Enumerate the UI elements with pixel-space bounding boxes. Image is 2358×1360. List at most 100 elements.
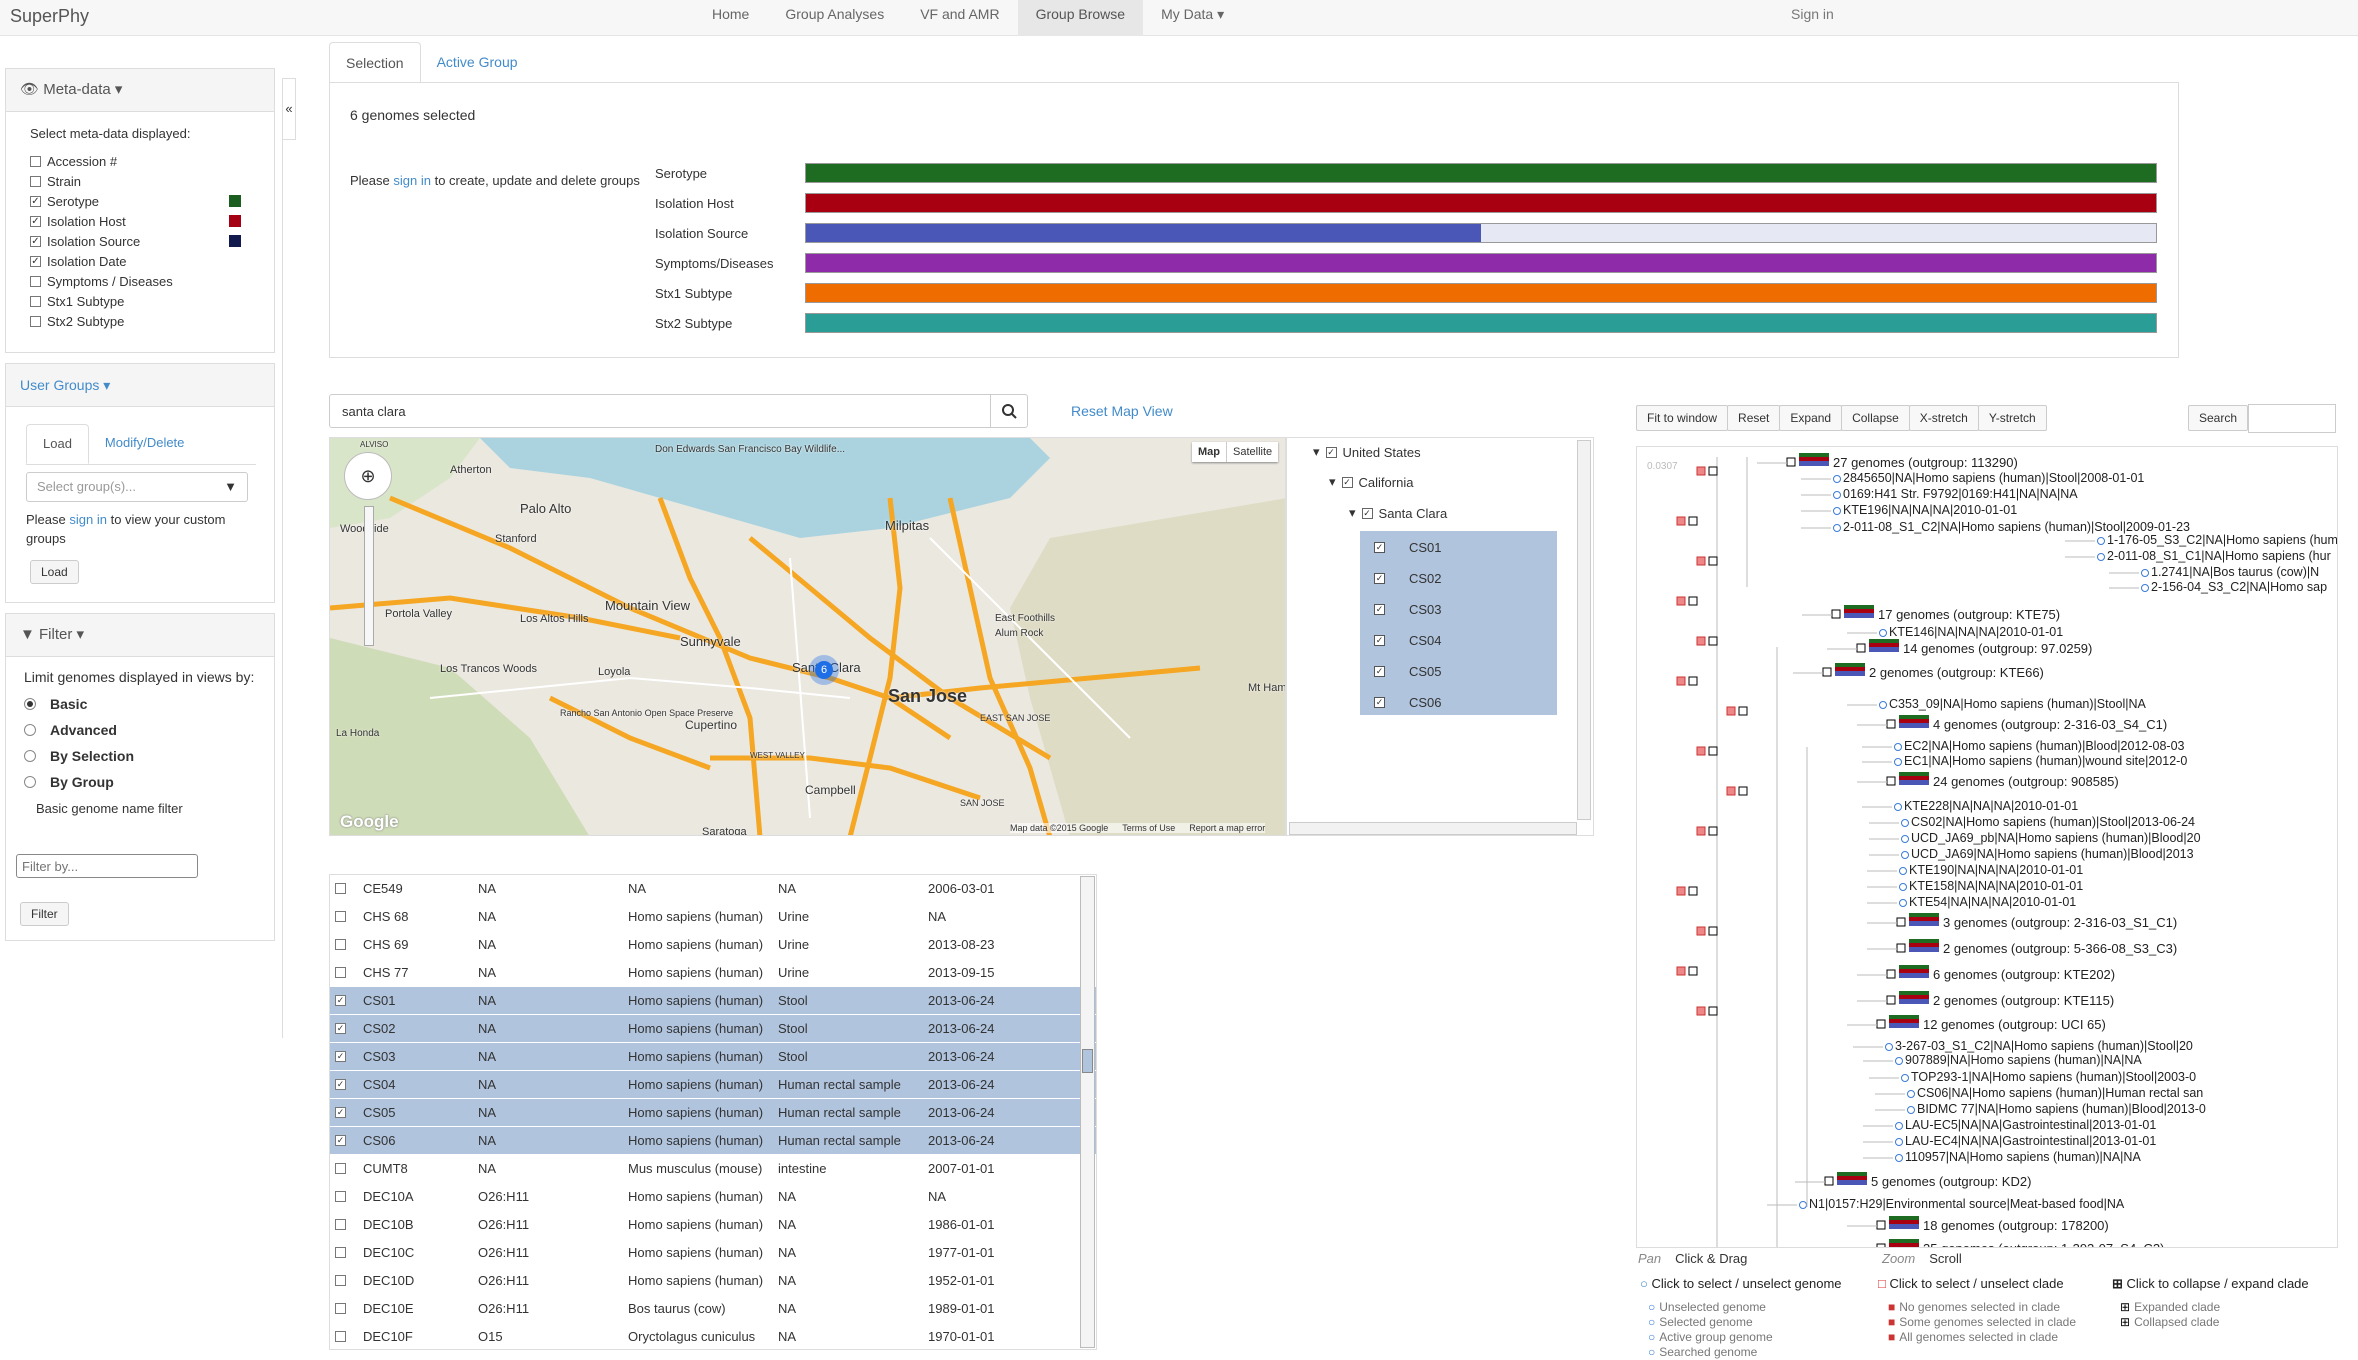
tree-clade-label[interactable]: 2 genomes (outgroup: KTE66)	[1869, 665, 2044, 680]
row-checkbox[interactable]	[335, 1219, 346, 1230]
table-row[interactable]: CHS 68 NA Homo sapiens (human) Urine NA	[330, 903, 1096, 931]
map-report-link[interactable]: Report a map error	[1189, 823, 1265, 833]
tree-genome-label[interactable]: BIDMC 77|NA|Homo sapiens (human)|Blood|2…	[1917, 1102, 2206, 1116]
radio-button[interactable]	[24, 776, 36, 788]
tree-site-item[interactable]: ✓ CS04	[1374, 630, 1442, 650]
tree-site-item[interactable]: ✓ CS01	[1374, 537, 1442, 557]
tab-modify-delete[interactable]: Modify/Delete	[89, 424, 200, 464]
map-zoom-slider[interactable]	[364, 506, 374, 646]
table-row[interactable]: ✓ CS02 NA Homo sapiens (human) Stool 2013-06-…	[330, 1015, 1096, 1043]
tree-genome-label[interactable]: 0169:H41 Str. F9792|0169:H41|NA|NA|NA	[1843, 487, 2078, 501]
location-tree-vscroll[interactable]	[1577, 440, 1591, 820]
tree-clade-label[interactable]: 17 genomes (outgroup: KTE75)	[1878, 607, 2060, 622]
metadata-option[interactable]: Symptoms / Diseases	[6, 271, 274, 291]
reset-map-view-link[interactable]: Reset Map View	[1071, 403, 1173, 419]
table-row[interactable]: ✓ CS01 NA Homo sapiens (human) Stool 2013-06-…	[330, 987, 1096, 1015]
metadata-bar[interactable]	[805, 193, 2157, 213]
row-checkbox[interactable]	[335, 1275, 346, 1286]
metadata-option[interactable]: ✓ Isolation Date	[6, 251, 274, 271]
metadata-option[interactable]: Accession #	[6, 151, 274, 171]
table-row[interactable]: DEC10B O26:H11 Homo sapiens (human) NA 1986-…	[330, 1211, 1096, 1239]
table-row[interactable]: CE549 NA NA NA 2006-03-01	[330, 875, 1096, 903]
tree-genome-label[interactable]: N1|0157:H29|Environmental source|Meat-ba…	[1809, 1197, 2124, 1211]
tree-clade-label[interactable]: 4 genomes (outgroup: 2-316-03_S4_C1)	[1933, 717, 2167, 732]
collapse-sidebar-button[interactable]: «	[282, 78, 296, 140]
radio-button[interactable]	[24, 698, 36, 710]
checkbox[interactable]: ✓	[1374, 665, 1385, 677]
table-row[interactable]: DEC10D O26:H11 Homo sapiens (human) NA 1952-…	[330, 1267, 1096, 1295]
tree-genome-label[interactable]: EC1|NA|Homo sapiens (human)|wound site|2…	[1904, 754, 2187, 768]
tree-genome-label[interactable]: 2-156-04_S3_C2|NA|Homo sap	[2151, 580, 2327, 594]
table-scrollbar[interactable]	[1080, 876, 1095, 1348]
metadata-option[interactable]: ✓ Isolation Host	[6, 211, 274, 231]
radio-button[interactable]	[24, 724, 36, 736]
tree-genome-label[interactable]: CS06|NA|Homo sapiens (human)|Human recta…	[1917, 1086, 2203, 1100]
table-row[interactable]: CHS 77 NA Homo sapiens (human) Urine 2013-09…	[330, 959, 1096, 987]
metadata-header[interactable]: 👁 Meta-data ▾	[6, 69, 274, 112]
row-checkbox[interactable]: ✓	[335, 1051, 346, 1062]
filter-option[interactable]: By Group	[6, 769, 274, 795]
row-checkbox[interactable]: ✓	[335, 1107, 346, 1118]
brand-logo[interactable]: SuperPhy	[10, 6, 89, 27]
nav-item-3[interactable]: Group Browse	[1017, 0, 1144, 36]
tree-genome-label[interactable]: UCD_JA69|NA|Homo sapiens (human)|Blood|2…	[1911, 847, 2194, 861]
tree-genome-label[interactable]: 3-267-03_S1_C2|NA|Homo sapiens (human)|S…	[1895, 1039, 2193, 1053]
tree-state[interactable]: ▾ ✓ California	[1329, 472, 1413, 492]
table-row[interactable]: DEC10F O15 Oryctolagus cuniculus NA 1970-01-…	[330, 1323, 1096, 1349]
tree-clade-label[interactable]: 14 genomes (outgroup: 97.0259)	[1903, 641, 2092, 656]
checkbox[interactable]: ✓	[1374, 696, 1385, 708]
tab-load[interactable]: Load	[26, 424, 89, 464]
map-search-input[interactable]: santa clara	[329, 394, 991, 428]
phylogenetic-tree[interactable]: 0.0307 27 genomes (outgroup: 113290) 2845…	[1636, 446, 2338, 1248]
tree-genome-label[interactable]: KTE196|NA|NA|NA|2010-01-01	[1843, 503, 2017, 517]
table-row[interactable]: ✓ CS04 NA Homo sapiens (human) Human rectal …	[330, 1071, 1096, 1099]
metadata-bar[interactable]	[805, 283, 2157, 303]
metadata-bar[interactable]	[805, 223, 2157, 243]
tree-button-1[interactable]: Reset	[1727, 405, 1781, 431]
nav-item-0[interactable]: Home	[694, 0, 767, 36]
tree-clade-label[interactable]: 18 genomes (outgroup: 178200)	[1923, 1218, 2109, 1233]
tree-site-item[interactable]: ✓ CS02	[1374, 568, 1442, 588]
metadata-option[interactable]: Strain	[6, 171, 274, 191]
row-checkbox[interactable]: ✓	[335, 1079, 346, 1090]
checkbox[interactable]: ✓	[30, 235, 41, 247]
checkbox[interactable]: ✓	[1374, 541, 1385, 553]
tab-selection[interactable]: Selection	[329, 42, 421, 83]
filter-option[interactable]: Basic	[6, 691, 274, 717]
metadata-option[interactable]: Stx2 Subtype	[6, 311, 274, 331]
row-checkbox[interactable]: ✓	[335, 1135, 346, 1146]
row-checkbox[interactable]	[335, 1247, 346, 1258]
map-type-satellite-button[interactable]: Satellite	[1226, 442, 1279, 462]
tree-genome-label[interactable]: KTE146|NA|NA|NA|2010-01-01	[1889, 625, 2063, 639]
checkbox[interactable]: ✓	[1374, 603, 1385, 615]
tree-clade-label[interactable]: 3 genomes (outgroup: 2-316-03_S1_C1)	[1943, 915, 2177, 930]
row-checkbox[interactable]	[335, 939, 346, 950]
tree-genome-label[interactable]: KTE158|NA|NA|NA|2010-01-01	[1909, 879, 2083, 893]
tree-genome-label[interactable]: 110957|NA|Homo sapiens (human)|NA|NA	[1905, 1150, 2141, 1164]
map-type-map-button[interactable]: Map	[1192, 442, 1226, 462]
tree-clade-label[interactable]: 27 genomes (outgroup: 113290)	[1833, 455, 2018, 470]
checkbox[interactable]: ✓	[30, 255, 41, 267]
checkbox[interactable]	[30, 175, 41, 187]
checkbox[interactable]	[30, 315, 41, 327]
tree-country[interactable]: ▾ ✓ United States	[1313, 442, 1421, 462]
tree-button-5[interactable]: Y-stretch	[1977, 405, 2047, 431]
filter-input[interactable]	[16, 854, 198, 878]
sign-in-link[interactable]: Sign in	[1791, 6, 1834, 22]
tree-genome-label[interactable]: 1.2741|NA|Bos taurus (cow)|N	[2151, 565, 2319, 579]
metadata-bar[interactable]	[805, 163, 2157, 183]
checkbox[interactable]	[30, 295, 41, 307]
checkbox[interactable]: ✓	[30, 215, 41, 227]
tree-genome-label[interactable]: TOP293-1|NA|Homo sapiens (human)|Stool|2…	[1911, 1070, 2196, 1084]
tree-clade-label[interactable]: 2 genomes (outgroup: KTE115)	[1933, 993, 2114, 1008]
table-row[interactable]: CUMT8 NA Mus musculus (mouse) intestine 2007…	[330, 1155, 1096, 1183]
table-row[interactable]: ✓ CS05 NA Homo sapiens (human) Human rectal …	[330, 1099, 1096, 1127]
tree-county[interactable]: ▾ ✓ Santa Clara	[1349, 503, 1447, 523]
filter-option[interactable]: By Selection	[6, 743, 274, 769]
tree-genome-label[interactable]: C353_09|NA|Homo sapiens (human)|Stool|NA	[1889, 697, 2146, 711]
groups-sign-in-link[interactable]: sign in	[69, 512, 107, 527]
filter-header[interactable]: ▼ Filter ▾	[6, 614, 274, 657]
table-row[interactable]: ✓ CS03 NA Homo sapiens (human) Stool 2013-06-…	[330, 1043, 1096, 1071]
table-row[interactable]: DEC10A O26:H11 Homo sapiens (human) NA NA	[330, 1183, 1096, 1211]
tab-active-group[interactable]: Active Group	[421, 42, 534, 83]
